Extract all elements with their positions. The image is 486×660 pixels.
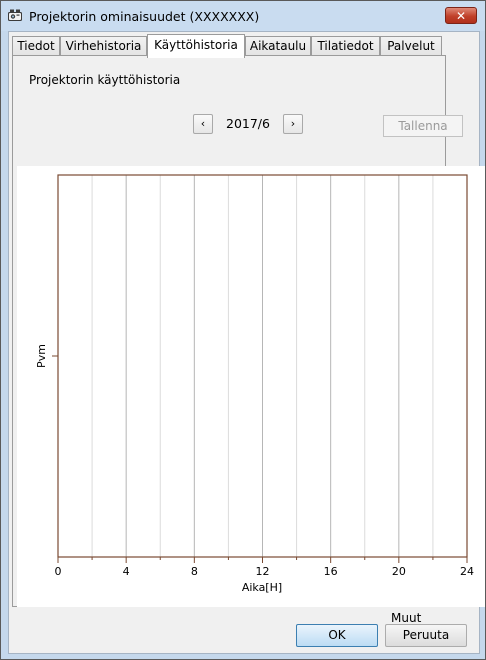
section-title: Projektorin käyttöhistoria — [29, 73, 181, 87]
title-bar[interactable]: Projektorin ominaisuudet (XXXXXXX) ✕ — [1, 1, 485, 31]
usage-history-panel: Projektorin käyttöhistoria ‹ 2017/6 › Ta… — [12, 55, 485, 639]
usage-chart-svg: 0 4 8 12 16 20 24 Pvm Aika[H] — [35, 174, 474, 594]
x-tick-label: 24 — [460, 565, 474, 578]
x-tick-label: 4 — [123, 565, 130, 578]
window-title: Projektorin ominaisuudet (XXXXXXX) — [29, 9, 260, 24]
next-month-button[interactable]: › — [283, 114, 303, 134]
x-tick-label: 12 — [256, 565, 270, 578]
close-icon: ✕ — [455, 9, 467, 23]
tab-tilatiedot[interactable]: Tilatiedot — [311, 36, 380, 56]
tab-aikataulu[interactable]: Aikataulu — [245, 36, 311, 56]
chart-grid — [91, 175, 434, 557]
x-axis-label: Aika[H] — [242, 581, 282, 594]
y-axis-label: Pvm — [35, 344, 48, 368]
close-button[interactable]: ✕ — [445, 7, 477, 24]
x-tick-label: 8 — [191, 565, 198, 578]
save-button: Tallenna — [383, 115, 463, 137]
x-tick-label: 16 — [324, 565, 338, 578]
projector-icon — [7, 8, 23, 24]
tab-palvelut[interactable]: Palvelut — [380, 36, 442, 56]
x-tick-label: 20 — [392, 565, 406, 578]
cancel-button[interactable]: Peruuta — [385, 624, 467, 647]
chevron-right-icon: › — [290, 117, 296, 130]
x-axis: 0 4 8 12 16 20 24 — [55, 557, 474, 578]
ok-button[interactable]: OK — [296, 624, 378, 647]
previous-month-button[interactable]: ‹ — [193, 114, 213, 134]
tab-kayttohistoria[interactable]: Käyttöhistoria — [147, 34, 245, 58]
month-label: 2017/6 — [226, 116, 270, 131]
tab-virhehistoria[interactable]: Virhehistoria — [60, 36, 147, 56]
x-tick-label: 0 — [55, 565, 62, 578]
chevron-left-icon: ‹ — [200, 117, 206, 130]
tab-tiedot[interactable]: Tiedot — [12, 36, 60, 56]
dialog-body: Tiedot Virhehistoria Käyttöhistoria Aika… — [8, 31, 485, 654]
usage-chart: 0 4 8 12 16 20 24 Pvm Aika[H] — [17, 166, 485, 607]
projector-properties-window: Projektorin ominaisuudet (XXXXXXX) ✕ Tie… — [0, 0, 486, 660]
